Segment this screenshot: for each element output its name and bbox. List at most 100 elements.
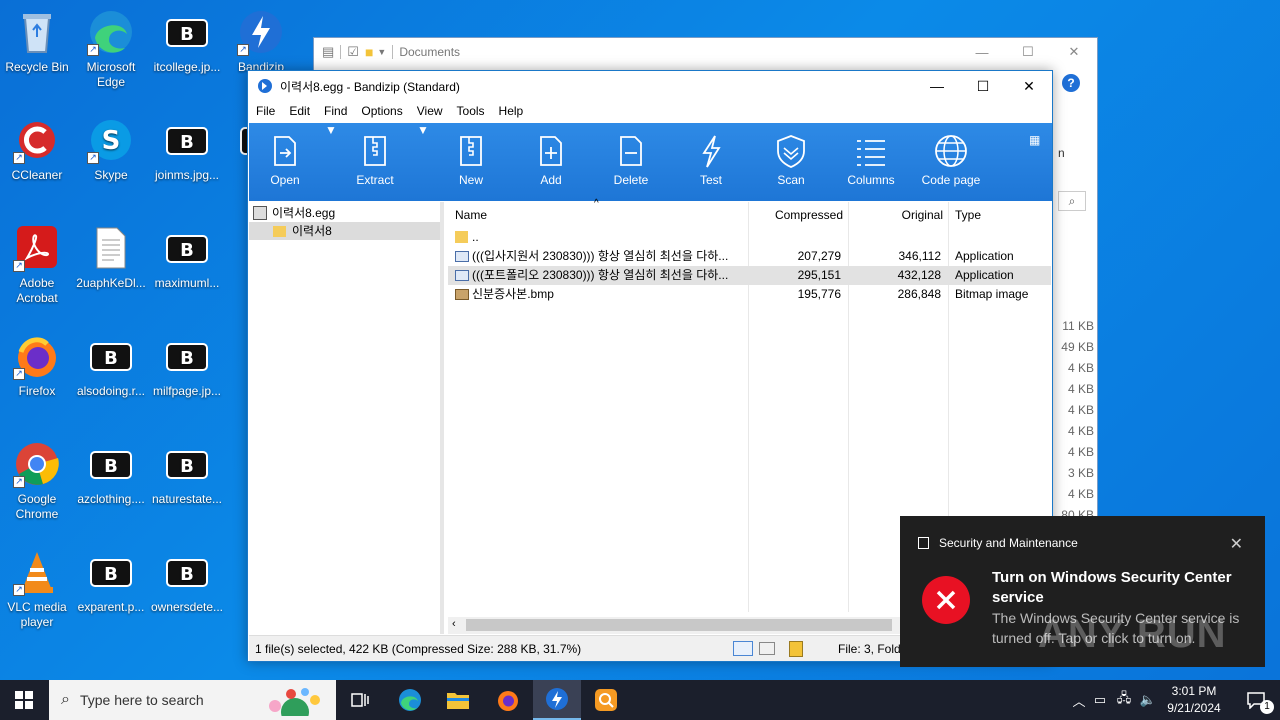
desktop-icon-file-joinms[interactable]: B joinms.jpg... [150, 116, 224, 183]
ribbon-partial-text: n [1058, 146, 1065, 160]
toast-close-button[interactable]: ✕ [1230, 534, 1243, 554]
taskbar-edge[interactable] [386, 680, 434, 720]
desktop-icon-file-alsodoing[interactable]: B alsodoing.r... [74, 332, 148, 399]
desktop-icon-file-exparent[interactable]: B exparent.p... [74, 548, 148, 615]
taskbar-clock[interactable]: 3:01 PM 9/21/2024 [1160, 683, 1228, 717]
toast-header: Security and Maintenance [918, 536, 1078, 550]
new-button[interactable]: New [443, 123, 499, 201]
volume-icon[interactable]: 🔈 [1136, 692, 1160, 708]
minimize-button[interactable]: — [914, 71, 960, 101]
network-icon[interactable]: ▭ [1088, 692, 1112, 708]
svg-text:B: B [180, 240, 194, 261]
taskbar-search-box[interactable]: ⌕ Type here to search [49, 680, 336, 720]
help-icon[interactable]: ? [1062, 74, 1080, 92]
desktop-icon-file-naturestate[interactable]: B naturestate... [150, 440, 224, 507]
chevron-down-icon[interactable]: ▼ [377, 47, 386, 57]
list-item[interactable]: (((포트폴리오 230830))) 항상 열심히 최선을 다하... 295,… [448, 266, 1051, 285]
open-dropdown-icon[interactable]: ▼ [325, 123, 337, 201]
minimize-button[interactable]: — [959, 38, 1005, 66]
bandizip-logo-icon [258, 79, 272, 93]
list-item[interactable]: 신분증사본.bmp 195,776 286,848 Bitmap image [448, 285, 1051, 304]
taskbar-bandizip[interactable] [533, 680, 581, 720]
add-button[interactable]: Add [523, 123, 579, 201]
desktop-icon-bandizip[interactable]: ↗ Bandizip [224, 8, 298, 75]
menu-edit[interactable]: Edit [289, 104, 310, 118]
menu-options[interactable]: Options [361, 104, 402, 118]
task-view-icon [351, 693, 369, 707]
desktop-icon-file-maximuml[interactable]: B maximuml... [150, 224, 224, 291]
desktop-icon-firefox[interactable]: ↗ Firefox [0, 332, 74, 399]
tree-folder-이력서8[interactable]: 이력서8 [249, 222, 440, 240]
desktop-icon-ccleaner[interactable]: ↗ CCleaner [0, 116, 74, 183]
column-name[interactable]: Name [455, 208, 487, 222]
svg-text:B: B [180, 456, 194, 477]
list-item[interactable]: (((입사지원서 230830))) 항상 열심히 최선을 다하... 207,… [448, 247, 1051, 266]
menu-file[interactable]: File [256, 104, 275, 118]
close-button[interactable]: ✕ [1006, 71, 1052, 101]
desktop-icon-file-ownersdete[interactable]: B ownersdete... [150, 548, 224, 615]
horizontal-scrollbar[interactable]: ‹ [448, 617, 900, 634]
scan-button[interactable]: Scan [763, 123, 819, 201]
notification-toast[interactable]: Security and Maintenance ✕ Turn on Windo… [900, 516, 1265, 667]
menu-help[interactable]: Help [499, 104, 524, 118]
preview-view-icon[interactable] [759, 642, 775, 655]
tree-root[interactable]: 이력서8.egg [249, 204, 440, 222]
desktop-icon-google-chrome[interactable]: ↗ Google Chrome [0, 440, 74, 522]
desktop-icon-file-itcollege[interactable]: B itcollege.jp... [150, 8, 224, 75]
task-view-button[interactable] [336, 680, 384, 720]
desktop-icon-vlc[interactable]: ↗ VLC media player [0, 548, 74, 630]
columns-button[interactable]: Columns [839, 123, 903, 201]
search-icon[interactable]: ⌕ [1058, 191, 1086, 211]
test-button[interactable]: Test [683, 123, 739, 201]
test-icon [702, 135, 721, 168]
taskbar-search-app[interactable] [582, 680, 630, 720]
extract-icon [364, 136, 386, 166]
list-item[interactable]: .. [448, 228, 1051, 247]
code-page-button[interactable]: Code page [915, 123, 987, 201]
desktop-icon-microsoft-edge[interactable]: ↗ Microsoft Edge [74, 8, 148, 90]
close-button[interactable]: ✕ [1051, 38, 1097, 66]
desktop-icon-skype[interactable]: S ↗ Skype [74, 116, 148, 183]
acrobat-icon: ↗ [13, 224, 61, 272]
taskbar-file-explorer[interactable] [434, 680, 482, 720]
scan-icon [777, 135, 805, 168]
svg-text:B: B [104, 564, 118, 585]
scrollbar-thumb[interactable] [466, 619, 892, 631]
menu-view[interactable]: View [417, 104, 443, 118]
desktop-icon-adobe-acrobat[interactable]: ↗ Adobe Acrobat [0, 224, 74, 306]
taskbar-firefox[interactable] [484, 680, 532, 720]
column-type[interactable]: Type [955, 208, 981, 222]
maximize-button[interactable]: ☐ [960, 71, 1006, 101]
archive-info-icon[interactable] [789, 641, 803, 657]
svg-text:B: B [180, 24, 194, 45]
scroll-left-icon[interactable]: ‹ [452, 618, 456, 630]
start-button[interactable] [0, 680, 48, 720]
extract-button[interactable]: Extract [347, 123, 403, 201]
open-button[interactable]: Open [257, 123, 313, 201]
details-view-icon[interactable] [733, 641, 753, 656]
menu-find[interactable]: Find [324, 104, 347, 118]
chevron-up-icon[interactable]: ︿ [1070, 691, 1088, 710]
layout-grid-icon[interactable]: ▦ [1029, 133, 1040, 147]
column-compressed[interactable]: Compressed [748, 208, 843, 222]
desktop-icon-recycle-bin[interactable]: Recycle Bin [0, 8, 74, 75]
action-center-button[interactable]: 1 [1232, 680, 1280, 720]
edge-icon [399, 689, 421, 711]
folder-icon: ■ [364, 44, 374, 60]
desktop-icon-text-file[interactable]: 2uaphKeDl... [74, 224, 148, 291]
windows-logo-icon [15, 691, 33, 709]
status-file-count: File: 3, Folde [838, 642, 908, 656]
extract-dropdown-icon[interactable]: ▼ [417, 123, 429, 201]
bandizip-file-icon: B [163, 440, 211, 488]
delete-button[interactable]: Delete [603, 123, 659, 201]
menu-tools[interactable]: Tools [457, 104, 485, 118]
application-icon [455, 270, 469, 281]
magnifier-app-icon [595, 689, 617, 711]
desktop-icon-file-milfpage[interactable]: B milfpage.jp... [150, 332, 224, 399]
desktop-icon-file-azclothing[interactable]: B azclothing.... [74, 440, 148, 507]
maximize-button[interactable]: ☐ [1005, 38, 1051, 66]
column-original[interactable]: Original [848, 208, 943, 222]
checkbox-icon[interactable]: ☑ [347, 44, 359, 60]
properties-icon[interactable]: ▤ [322, 44, 334, 60]
monitor-icon[interactable]: 🖧 [1112, 689, 1136, 711]
